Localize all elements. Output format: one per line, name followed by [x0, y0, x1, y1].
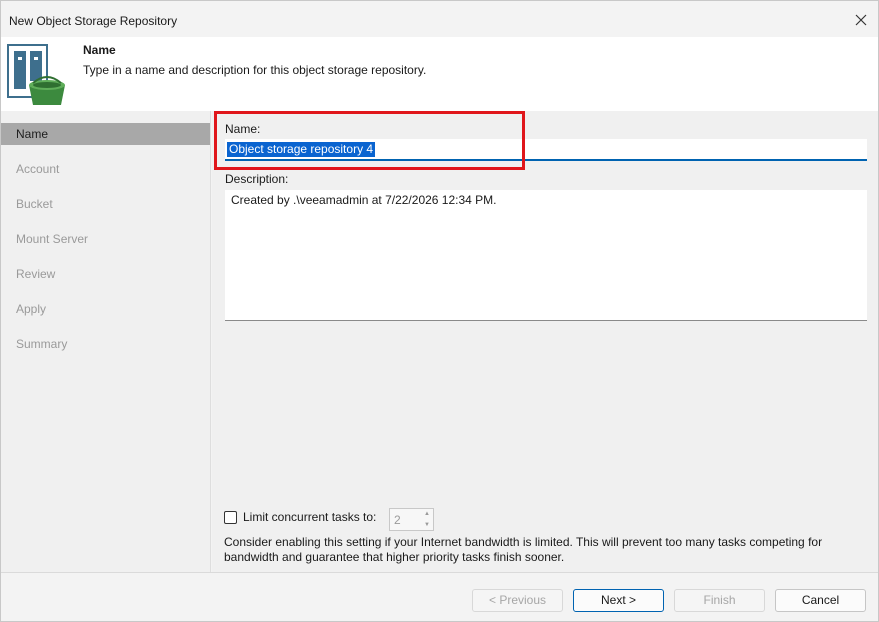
- object-storage-repository-icon: [7, 44, 65, 105]
- wizard-content: Name: Object storage repository 4 Descri…: [212, 111, 878, 572]
- wizard-steps-sidebar: Name Account Bucket Mount Server Review …: [1, 111, 211, 572]
- header-subtitle: Type in a name and description for this …: [83, 63, 427, 77]
- limit-tasks-stepper[interactable]: 2 ▲ ▼: [389, 508, 434, 531]
- limit-tasks-value: 2: [394, 513, 401, 527]
- step-name[interactable]: Name: [1, 123, 210, 145]
- title-bar: New Object Storage Repository: [1, 1, 878, 37]
- cancel-button[interactable]: Cancel: [775, 589, 866, 612]
- name-label: Name:: [225, 122, 261, 136]
- header-title: Name: [83, 43, 116, 57]
- step-review[interactable]: Review: [1, 263, 210, 285]
- step-bucket[interactable]: Bucket: [1, 193, 210, 215]
- description-textarea[interactable]: Created by .\veeamadmin at 7/22/2026 12:…: [225, 190, 867, 321]
- stepper-arrows: ▲ ▼: [421, 509, 433, 530]
- finish-button[interactable]: Finish: [674, 589, 765, 612]
- limit-tasks-label: Limit concurrent tasks to:: [243, 510, 377, 524]
- description-label: Description:: [225, 172, 289, 186]
- close-button[interactable]: [850, 9, 872, 31]
- step-mount-server[interactable]: Mount Server: [1, 228, 210, 250]
- name-input-value: Object storage repository 4: [227, 142, 376, 157]
- stepper-up-icon[interactable]: ▲: [421, 509, 433, 520]
- bandwidth-note: Consider enabling this setting if your I…: [224, 535, 823, 564]
- wizard-header: Name Type in a name and description for …: [1, 37, 878, 111]
- step-account[interactable]: Account: [1, 158, 210, 180]
- next-button[interactable]: Next >: [573, 589, 664, 612]
- close-icon: [855, 14, 867, 26]
- wizard-footer: < Previous Next > Finish Cancel: [1, 572, 878, 621]
- description-value: Created by .\veeamadmin at 7/22/2026 12:…: [231, 193, 497, 207]
- step-summary[interactable]: Summary: [1, 333, 210, 355]
- window-title: New Object Storage Repository: [9, 14, 178, 28]
- name-input[interactable]: Object storage repository 4: [225, 139, 867, 161]
- step-apply[interactable]: Apply: [1, 298, 210, 320]
- previous-button[interactable]: < Previous: [472, 589, 563, 612]
- wizard-window: New Object Storage Repository Name Type …: [0, 0, 879, 622]
- limit-tasks-checkbox[interactable]: [224, 511, 237, 524]
- stepper-down-icon[interactable]: ▼: [421, 520, 433, 531]
